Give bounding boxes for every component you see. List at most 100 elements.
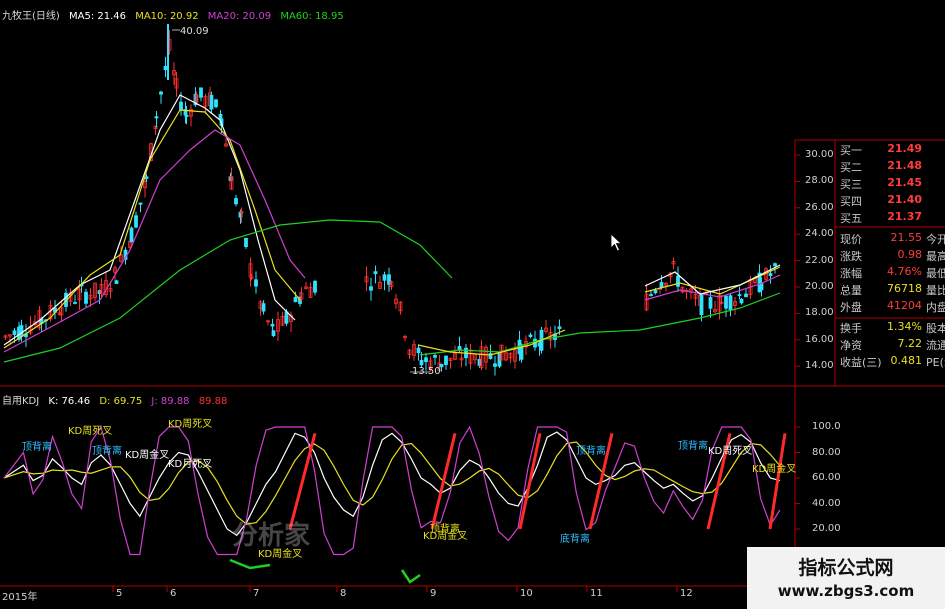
quote-stat-row: 净资 7.22 流通	[838, 337, 945, 352]
site-watermark-title: 指标公式网	[798, 557, 894, 579]
date-axis-tick: 2015年	[2, 592, 38, 603]
quote-value: 21.37	[887, 210, 922, 223]
kdj-signal-annotation: 底背离	[560, 534, 590, 545]
stat-value: 7.22	[897, 337, 923, 350]
price-axis-tick: 20.00	[805, 281, 834, 292]
quote-buy-row: 买二 21.48	[838, 159, 945, 174]
kdj-signal-annotation: KD周金叉	[125, 450, 170, 461]
stat-extra-label: 流通	[926, 339, 945, 352]
kdj-signal-annotation: KD周死叉	[708, 446, 753, 457]
kdj-d-value: D: 69.75	[99, 396, 143, 407]
stat-value: 76718	[887, 282, 922, 295]
kdj-title: 自用KDJ	[2, 396, 40, 407]
stat-value: 1.34%	[887, 320, 922, 333]
stat-extra-label: 最低	[926, 267, 945, 280]
stat-label: 现价	[840, 233, 862, 246]
price-axis-tick: 18.00	[805, 307, 834, 319]
stat-value: 41204	[887, 299, 922, 312]
kdj-extra-value: 89.88	[198, 396, 228, 407]
date-axis-tick: 7	[253, 588, 260, 599]
price-axis-tick: 14.00	[805, 360, 834, 372]
moving-average-lines	[3, 94, 781, 363]
ma10-value: MA10: 20.92	[135, 11, 199, 22]
stat-extra-label: 最高	[926, 250, 945, 263]
stat-value: 0.98	[897, 248, 923, 261]
stat-extra-label: 今开	[926, 233, 945, 246]
main-panel-header: 九牧王(日线) MA5: 21.46 MA10: 20.92 MA20: 20.…	[2, 7, 350, 22]
date-axis-tick: 6	[170, 588, 177, 599]
stat-label: 净资	[840, 339, 862, 352]
ma5-value: MA5: 21.46	[69, 11, 127, 22]
quote-stat-row: 外盘 41204 内盘	[838, 299, 945, 314]
stat-value: 21.55	[890, 231, 923, 244]
kdj-signal-annotation: KD月死叉	[168, 459, 213, 470]
ma60-value: MA60: 18.95	[280, 11, 344, 22]
kdj-signal-annotation: 顶背离	[576, 446, 606, 457]
low-price-label: 13.50	[412, 366, 441, 377]
kdj-signal-annotation: 顶背离	[92, 446, 122, 457]
kdj-axis-tick: 80.00	[812, 446, 841, 458]
kdj-k-value: K: 76.46	[48, 396, 91, 407]
quote-label: 买四	[840, 195, 862, 208]
kdj-signal-annotation: KD周死叉	[168, 419, 213, 430]
stat-extra-label: 内盘	[926, 301, 945, 314]
quote-stat-row: 现价 21.55 今开	[838, 231, 945, 246]
quote-stat-row: 涨幅 4.76% 最低	[838, 265, 945, 280]
price-axis-tick: 30.00	[805, 149, 834, 160]
stat-extra-label: 股本	[926, 322, 945, 335]
site-watermark: 指标公式网 www.zbgs3.com	[747, 547, 945, 609]
date-axis-tick: 5	[116, 588, 123, 599]
stat-extra-label: PE(动	[926, 356, 945, 369]
date-axis-tick: 11	[590, 588, 603, 599]
kdj-signal-annotation: KD周金叉	[423, 531, 468, 542]
mouse-cursor-icon	[610, 233, 623, 252]
stock-chart-canvas	[0, 24, 945, 592]
quote-buy-row: 买一 21.49	[838, 142, 945, 157]
price-axis-tick: 26.00	[805, 201, 834, 213]
quote-label: 买三	[840, 178, 862, 191]
quote-stat-row: 涨跌 0.98 最高	[838, 248, 945, 263]
quote-label: 买五	[840, 212, 862, 225]
kdj-panel-header: 自用KDJ K: 76.46 D: 69.75 J: 89.88 89.88	[2, 392, 233, 407]
stat-value: 0.481	[890, 354, 923, 367]
quote-stat-row: 换手 1.34% 股本	[838, 320, 945, 335]
stat-label: 涨幅	[840, 267, 862, 280]
kdj-signal-annotation: KD周金叉	[752, 464, 797, 475]
quote-value: 21.45	[887, 176, 922, 189]
price-axis-tick: 28.00	[805, 175, 834, 187]
stat-label: 换手	[840, 322, 862, 335]
quote-stat-row: 收益(三)0.481PE(动	[838, 354, 945, 369]
stat-label: 外盘	[840, 301, 862, 314]
stat-label: 涨跌	[840, 250, 862, 263]
kdj-j-value: J: 89.88	[151, 396, 190, 407]
price-axis-tick: 22.00	[805, 254, 834, 266]
quote-buy-row: 买五 21.37	[838, 210, 945, 225]
price-axis-tick: 24.00	[805, 228, 834, 240]
quote-value: 21.49	[887, 142, 922, 155]
quote-buy-row: 买四 21.40	[838, 193, 945, 208]
quote-value: 21.40	[887, 193, 922, 206]
stat-label: 总量	[840, 284, 862, 297]
quote-buy-row: 买三 21.45	[838, 176, 945, 191]
high-price-label: 40.09	[180, 26, 209, 37]
quote-stat-row: 总量 76718 量比	[838, 282, 945, 297]
kdj-axis-tick: 40.00	[812, 497, 841, 509]
date-axis-tick: 8	[340, 588, 347, 599]
quote-label: 买一	[840, 144, 862, 157]
date-axis-tick: 12	[680, 588, 693, 599]
quote-label: 买二	[840, 161, 862, 174]
stat-extra-label: 量比	[926, 284, 945, 297]
chart-watermark: 分析家	[232, 521, 311, 551]
date-axis-tick: 9	[430, 588, 437, 599]
quote-value: 21.48	[887, 159, 922, 172]
candlestick-series	[3, 24, 777, 376]
stock-title: 九牧王(日线)	[2, 11, 60, 22]
kdj-signal-annotation: 顶背离	[678, 441, 708, 452]
kdj-axis-tick: 100.0	[812, 421, 841, 432]
price-axis-tick: 16.00	[805, 333, 834, 345]
date-axis-tick: 10	[520, 588, 533, 599]
kdj-signal-annotation: KD周死叉	[68, 426, 113, 437]
kdj-signal-annotation: 顶背离	[22, 442, 52, 453]
ma20-value: MA20: 20.09	[207, 11, 272, 22]
kdj-axis-tick: 60.00	[812, 472, 841, 483]
